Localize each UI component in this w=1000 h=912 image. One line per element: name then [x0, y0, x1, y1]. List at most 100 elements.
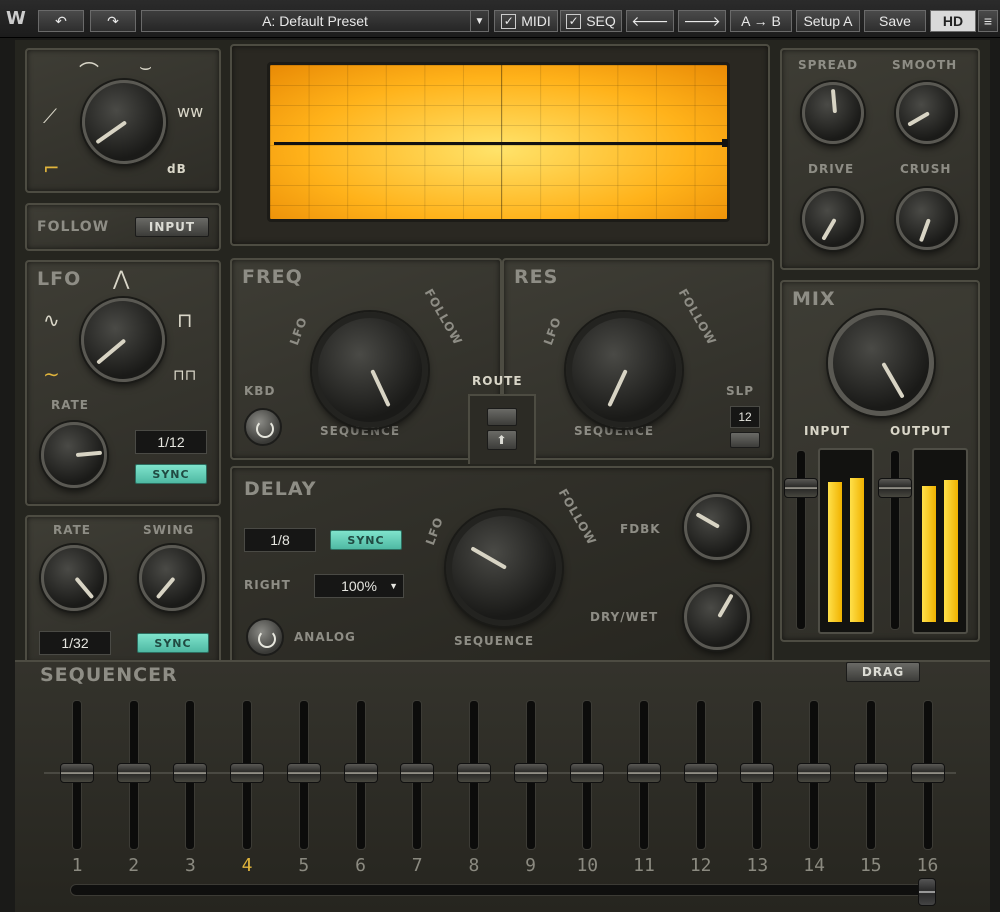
kbd-toggle[interactable]: [244, 408, 282, 446]
chevron-down-icon[interactable]: ▼: [470, 11, 488, 31]
lfo-shape-knob[interactable]: [81, 298, 165, 382]
step-fader[interactable]: [570, 763, 605, 783]
midi-toggle[interactable]: ✓ MIDI: [494, 10, 558, 32]
output-meter: [912, 448, 968, 634]
seq-rate-value[interactable]: 1/32: [39, 631, 111, 655]
drywet-knob[interactable]: [684, 584, 750, 650]
input-fader-track[interactable]: [796, 450, 806, 630]
step-number: 3: [184, 855, 196, 876]
step-fader[interactable]: [513, 763, 548, 783]
checkbox-check-icon[interactable]: ✓: [501, 13, 517, 29]
analog-toggle[interactable]: [246, 618, 284, 656]
triangle-wave-icon: ∿: [43, 308, 60, 332]
delay-knob[interactable]: [446, 510, 562, 626]
crush-label: CRUSH: [900, 162, 952, 176]
crush-knob[interactable]: [896, 188, 958, 250]
fdbk-knob[interactable]: [684, 494, 750, 560]
preset-name: A: Default Preset: [262, 13, 368, 29]
comb-icon: ww: [177, 102, 204, 121]
spread-knob[interactable]: [802, 82, 864, 144]
freq-knob[interactable]: [312, 312, 428, 428]
slp-button[interactable]: [730, 432, 760, 448]
next-preset-button[interactable]: 🡒: [678, 10, 726, 32]
drive-label: DRIVE: [808, 162, 855, 176]
step-fader[interactable]: [456, 763, 491, 783]
drag-button[interactable]: DRAG: [846, 662, 920, 682]
step-fader[interactable]: [627, 763, 661, 783]
step-fader[interactable]: [343, 763, 378, 783]
drive-knob[interactable]: [802, 188, 864, 250]
seq-rate-knob[interactable]: [41, 545, 107, 611]
arrow-left-icon: 🡐: [631, 12, 669, 29]
delay-sync-button[interactable]: SYNC: [330, 530, 402, 550]
prev-preset-button[interactable]: 🡐: [626, 10, 674, 32]
step-number: 2: [128, 855, 140, 876]
highpass-icon: ⟋: [43, 104, 57, 128]
redo-button[interactable]: ↷: [90, 10, 136, 32]
step-fader[interactable]: [683, 763, 718, 783]
follow-input-button[interactable]: INPUT: [135, 217, 209, 237]
mix-panel: MIX INPUT OUTPUT: [780, 280, 980, 642]
hd-button[interactable]: HD: [930, 10, 976, 32]
step-fader[interactable]: [853, 763, 888, 783]
input-fader[interactable]: [784, 478, 818, 498]
undo-button[interactable]: ↶: [38, 10, 84, 32]
freq-panel: FREQ LFO FOLLOW SEQUENCE KBD: [230, 258, 502, 460]
step-number: 15: [859, 855, 882, 876]
step-fader[interactable]: [797, 763, 832, 783]
sequencer-scroll-handle[interactable]: [918, 878, 936, 906]
route-box: [468, 394, 536, 464]
step-number: 11: [633, 855, 655, 876]
step-fader[interactable]: [116, 763, 151, 783]
freq-follow-label: FOLLOW: [421, 286, 466, 348]
step-fader[interactable]: [60, 763, 94, 783]
step-number: 12: [689, 855, 712, 876]
lfo-panel: LFO ⋀ ∿ ⊓ ∼ ⊓⊓ RATE 1/12 SYNC: [25, 260, 221, 506]
output-fader-track[interactable]: [890, 450, 900, 630]
smooth-knob[interactable]: [896, 82, 958, 144]
notch-icon: ⌣: [139, 54, 153, 78]
saw-wave-icon: ⋀: [113, 266, 130, 290]
seq-toggle[interactable]: ✓ SEQ: [560, 10, 622, 32]
step-fader[interactable]: [400, 763, 435, 783]
filter-type-knob[interactable]: [82, 80, 166, 164]
setup-button[interactable]: Setup A: [796, 10, 860, 32]
lfo-rate-value[interactable]: 1/12: [135, 430, 207, 454]
delay-time-value[interactable]: 1/8: [244, 528, 316, 552]
step-fader[interactable]: [740, 763, 775, 783]
slp-value[interactable]: 12: [730, 406, 760, 428]
step-number: 1: [71, 855, 83, 876]
step-fader[interactable]: [910, 763, 945, 783]
lfo-rate-knob[interactable]: [41, 422, 107, 488]
analog-label: ANALOG: [294, 630, 356, 644]
lfo-label: LFO: [37, 268, 82, 290]
sequencer-scrollbar[interactable]: [70, 884, 926, 896]
res-label: RES: [514, 266, 559, 288]
response-curve-end: [722, 139, 728, 147]
filter-type-panel: ⌒ ⌣ ⟋ ww ⌐ dB: [25, 48, 221, 193]
sine-wave-icon: ∼: [43, 362, 60, 386]
step-number: 9: [525, 855, 537, 876]
preset-selector[interactable]: A: Default Preset ▼: [141, 10, 489, 32]
route-button[interactable]: [487, 408, 517, 426]
route-up-button[interactable]: ⬆: [487, 430, 517, 450]
menu-button[interactable]: ≡: [978, 10, 998, 32]
ab-compare-button[interactable]: A → B: [730, 10, 792, 32]
step-fader[interactable]: [230, 763, 265, 783]
seq-sync-button[interactable]: SYNC: [137, 633, 209, 653]
output-fader[interactable]: [878, 478, 912, 498]
fx-panel: SPREAD SMOOTH DRIVE CRUSH: [780, 48, 980, 270]
res-knob[interactable]: [566, 312, 682, 428]
sequencer-label: SEQUENCER: [40, 664, 178, 686]
right-value-dropdown[interactable]: 100% ▼: [314, 574, 404, 598]
step-number: 10: [576, 855, 599, 876]
step-fader[interactable]: [173, 763, 208, 783]
swing-knob[interactable]: [139, 545, 205, 611]
lfo-sync-button[interactable]: SYNC: [135, 464, 207, 484]
delay-label: DELAY: [244, 478, 317, 500]
save-button[interactable]: Save: [864, 10, 926, 32]
checkbox-check-icon[interactable]: ✓: [566, 13, 582, 29]
step-number: 7: [411, 855, 423, 876]
mix-knob[interactable]: [828, 310, 934, 416]
step-fader[interactable]: [286, 763, 321, 783]
